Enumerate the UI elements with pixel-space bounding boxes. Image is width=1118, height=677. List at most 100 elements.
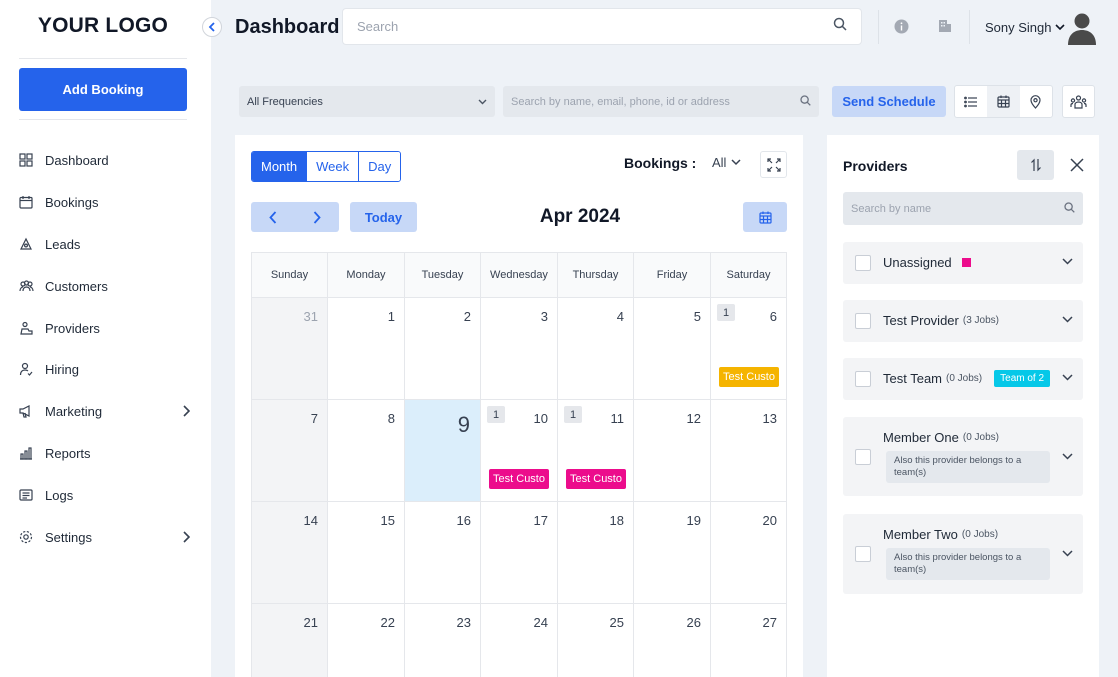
sidebar-item-dashboard[interactable]: Dashboard bbox=[18, 146, 190, 174]
provider-card-unassigned[interactable]: Unassigned bbox=[843, 242, 1083, 284]
booking-count-badge[interactable]: 1 bbox=[717, 304, 735, 321]
team-view-button[interactable] bbox=[1062, 85, 1095, 118]
calendar-day-cell[interactable]: 22 bbox=[327, 603, 404, 677]
provider-checkbox[interactable] bbox=[855, 371, 871, 387]
chevron-down-icon[interactable] bbox=[1062, 550, 1073, 557]
calendar-day-cell[interactable]: 11 1 Test Custo bbox=[557, 399, 633, 501]
search-icon[interactable] bbox=[1064, 200, 1075, 218]
month-view-button[interactable]: Month bbox=[252, 152, 308, 181]
week-view-button[interactable]: Week bbox=[307, 152, 360, 181]
sidebar-item-bookings[interactable]: Bookings bbox=[18, 188, 190, 216]
provider-card-test-team[interactable]: Test Team (0 Jobs) Team of 2 bbox=[843, 358, 1083, 400]
date-picker-button[interactable] bbox=[743, 202, 787, 232]
sort-button[interactable] bbox=[1017, 150, 1054, 180]
calendar-day-cell[interactable]: 15 bbox=[327, 501, 404, 603]
provider-card-member-one[interactable]: Member One (0 Jobs) Also this provider b… bbox=[843, 417, 1083, 496]
provider-checkbox[interactable] bbox=[855, 546, 871, 562]
sidebar-item-hiring[interactable]: Hiring bbox=[18, 355, 190, 383]
chevron-down-icon[interactable] bbox=[1062, 316, 1073, 323]
provider-search-input[interactable] bbox=[851, 202, 1064, 215]
leads-icon bbox=[18, 236, 34, 252]
search-icon[interactable] bbox=[833, 17, 847, 36]
frequency-value: All Frequencies bbox=[247, 95, 323, 108]
calendar-day-cell[interactable]: 20 bbox=[710, 501, 787, 603]
sidebar-item-leads[interactable]: Leads bbox=[18, 230, 190, 258]
list-view-button[interactable] bbox=[955, 86, 987, 117]
calendar-day-cell[interactable]: 17 bbox=[480, 501, 557, 603]
calendar-week-row: 7 8 9 10 1 Test Custo 11 1 Test Custo 12 13 bbox=[251, 399, 787, 501]
calendar-day-cell[interactable]: 26 bbox=[633, 603, 710, 677]
calendar-day-cell[interactable]: 16 bbox=[404, 501, 480, 603]
today-button[interactable]: Today bbox=[350, 202, 417, 232]
calendar-day-cell[interactable]: 5 bbox=[633, 297, 710, 399]
sidebar-item-marketing[interactable]: Marketing bbox=[18, 397, 190, 425]
calendar-day-cell[interactable]: 10 1 Test Custo bbox=[480, 399, 557, 501]
sidebar-item-providers[interactable]: Providers bbox=[18, 314, 190, 342]
calendar-grid: Sunday Monday Tuesday Wednesday Thursday Frid… bbox=[251, 252, 787, 677]
info-icon[interactable] bbox=[893, 18, 909, 34]
close-providers-button[interactable] bbox=[1068, 156, 1086, 174]
provider-name: Test Team bbox=[883, 371, 943, 386]
expand-icon bbox=[766, 157, 781, 172]
provider-checkbox[interactable] bbox=[855, 255, 871, 271]
avatar[interactable] bbox=[1066, 11, 1098, 45]
next-month-button[interactable] bbox=[295, 202, 339, 232]
calendar-day-cell-today[interactable]: 9 bbox=[404, 399, 480, 501]
calendar-day-cell[interactable]: 4 bbox=[557, 297, 633, 399]
provider-checkbox[interactable] bbox=[855, 449, 871, 465]
chevron-right-icon bbox=[182, 405, 190, 417]
calendar-icon bbox=[18, 194, 34, 210]
send-schedule-button[interactable]: Send Schedule bbox=[832, 86, 946, 117]
sidebar-item-customers[interactable]: Customers bbox=[18, 272, 190, 300]
chevron-down-icon[interactable] bbox=[1062, 453, 1073, 460]
global-search-input[interactable] bbox=[357, 19, 833, 34]
calendar-day-cell[interactable]: 27 bbox=[710, 603, 787, 677]
sidebar-item-reports[interactable]: Reports bbox=[18, 439, 190, 467]
booking-count-badge[interactable]: 1 bbox=[487, 406, 505, 423]
calendar-day-cell[interactable]: 6 1 Test Custo bbox=[710, 297, 787, 399]
calendar-day-cell[interactable]: 18 bbox=[557, 501, 633, 603]
user-menu[interactable]: Sony Singh bbox=[985, 20, 1065, 35]
calendar-day-cell[interactable]: 13 bbox=[710, 399, 787, 501]
frequency-select[interactable]: All Frequencies bbox=[239, 86, 495, 117]
chevron-down-icon[interactable] bbox=[1062, 258, 1073, 265]
day-view-button[interactable]: Day bbox=[359, 152, 401, 181]
bookings-filter-select[interactable]: All bbox=[712, 155, 741, 170]
building-icon[interactable] bbox=[937, 18, 953, 34]
booking-event[interactable]: Test Custo bbox=[719, 367, 779, 387]
calendar-day-cell[interactable]: 21 bbox=[251, 603, 327, 677]
calendar-day-cell[interactable]: 7 bbox=[251, 399, 327, 501]
booking-event[interactable]: Test Custo bbox=[489, 469, 549, 489]
search-icon[interactable] bbox=[800, 93, 811, 111]
add-booking-button[interactable]: Add Booking bbox=[19, 68, 187, 111]
calendar-day-cell[interactable]: 31 bbox=[251, 297, 327, 399]
calendar-day-cell[interactable]: 2 bbox=[404, 297, 480, 399]
provider-name-row: Test Team (0 Jobs) Team of 2 bbox=[883, 370, 1051, 387]
header-divider bbox=[878, 10, 879, 44]
chevron-down-icon[interactable] bbox=[1062, 374, 1073, 381]
booking-count-badge[interactable]: 1 bbox=[564, 406, 582, 423]
calendar-day-cell[interactable]: 23 bbox=[404, 603, 480, 677]
map-view-button[interactable] bbox=[1020, 86, 1052, 117]
booking-search-input[interactable] bbox=[511, 95, 800, 108]
provider-checkbox[interactable] bbox=[855, 313, 871, 329]
calendar-day-cell[interactable]: 25 bbox=[557, 603, 633, 677]
sidebar-item-logs[interactable]: Logs bbox=[18, 481, 190, 509]
provider-card-member-two[interactable]: Member Two (0 Jobs) Also this provider b… bbox=[843, 514, 1083, 594]
calendar-day-cell[interactable]: 1 bbox=[327, 297, 404, 399]
fullscreen-button[interactable] bbox=[760, 151, 787, 178]
chevron-right-icon bbox=[313, 210, 321, 224]
calendar-day-cell[interactable]: 8 bbox=[327, 399, 404, 501]
calendar-day-cell[interactable]: 19 bbox=[633, 501, 710, 603]
prev-month-button[interactable] bbox=[251, 202, 295, 232]
sidebar-item-settings[interactable]: Settings bbox=[18, 523, 190, 551]
collapse-sidebar-button[interactable] bbox=[202, 17, 222, 37]
calendar-day-cell[interactable]: 14 bbox=[251, 501, 327, 603]
provider-card-test-provider[interactable]: Test Provider (3 Jobs) bbox=[843, 300, 1083, 342]
providers-icon bbox=[18, 320, 34, 336]
calendar-day-cell[interactable]: 24 bbox=[480, 603, 557, 677]
calendar-view-button[interactable] bbox=[987, 86, 1020, 117]
booking-event[interactable]: Test Custo bbox=[566, 469, 626, 489]
calendar-day-cell[interactable]: 12 bbox=[633, 399, 710, 501]
calendar-day-cell[interactable]: 3 bbox=[480, 297, 557, 399]
